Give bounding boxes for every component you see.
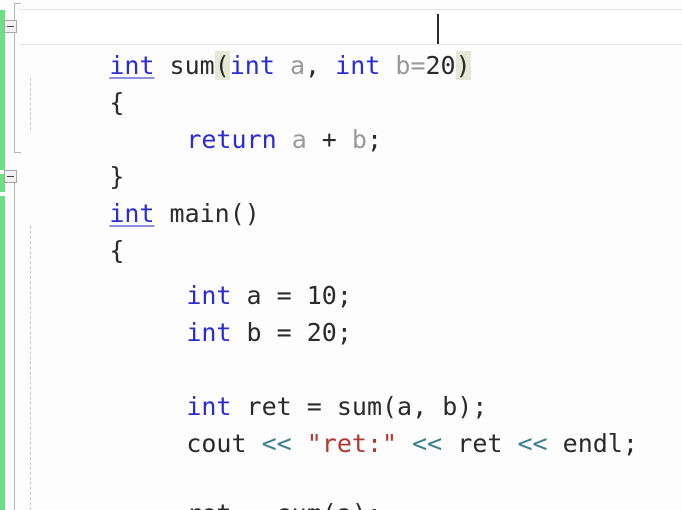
token-function-call-sum: sum (277, 499, 322, 510)
code-line-1-text: int sum(int a, int b=20) (19, 10, 471, 80)
token-assign: = (231, 499, 276, 510)
code-line-11[interactable]: int ret = sum(a, b); (0, 351, 682, 421)
code-line-14-text: ret = sum(a); (96, 458, 382, 510)
code-line-5-text: int main() (19, 158, 260, 228)
fold-region-cap-top (14, 3, 21, 4)
code-line-6-text: { (19, 195, 124, 265)
code-line-5[interactable]: int main() (0, 158, 682, 228)
code-line-8[interactable]: int a = 10; (0, 240, 682, 310)
code-line-4[interactable]: } (0, 121, 682, 191)
code-line-3-text: return a + b; (96, 84, 382, 154)
code-line-4-text: } (19, 121, 124, 191)
code-line-9[interactable]: int b = 20; (0, 277, 682, 347)
code-line-6[interactable]: { (0, 195, 682, 265)
code-line-13-blank[interactable] (0, 425, 682, 462)
code-line-1[interactable]: int sum(int a, int b=20) (0, 10, 682, 80)
code-line-14[interactable]: ret = sum(a); (0, 458, 682, 510)
code-editor[interactable]: . int sum(int a, int b=20) { return a + … (0, 0, 682, 510)
code-line-10-blank[interactable] (0, 314, 682, 351)
token-var-ret: ret (186, 499, 231, 510)
code-line-9-text: int b = 20; (96, 277, 352, 347)
clipped-comment-fragment: . (45, 0, 60, 6)
code-line-11-text: int ret = sum(a, b); (96, 351, 487, 421)
code-line-2[interactable]: { (0, 47, 682, 117)
code-line-3[interactable]: return a + b; (0, 84, 682, 154)
code-line-12-text: cout << "ret:" << ret << endl; (96, 388, 638, 458)
code-line-2-text: { (19, 47, 124, 117)
code-line-8-text: int a = 10; (96, 240, 352, 310)
code-line-12[interactable]: cout << "ret:" << ret << endl; (0, 388, 682, 458)
text-caret (437, 14, 439, 44)
token-call-args: (a); (322, 499, 382, 510)
